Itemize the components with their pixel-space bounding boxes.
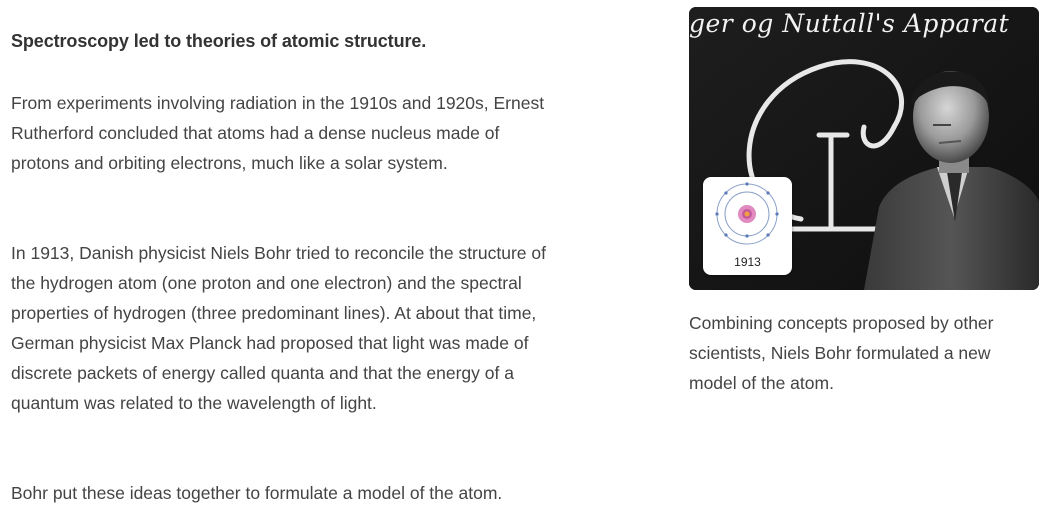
inset-year-label: 1913 — [734, 255, 761, 269]
paragraph-bohr-model: Bohr put these ideas together to formula… — [11, 483, 503, 503]
paragraph-rutherford: From experiments involving radiation in … — [11, 93, 545, 173]
bohr-atom-inset: 1913 — [703, 177, 792, 275]
figure-caption: Combining concepts proposed by other sci… — [689, 313, 994, 393]
section-heading: Spectroscopy led to theories of atomic s… — [11, 31, 427, 51]
bohr-photo-figure: ger og Nuttall's Apparat 1913 — [689, 7, 1039, 290]
paragraph-bohr-1913: In 1913, Danish physicist Niels Bohr tri… — [11, 243, 546, 413]
chalkboard-text: ger og Nuttall's Apparat — [689, 9, 1010, 38]
atom-model-icon — [715, 182, 779, 245]
